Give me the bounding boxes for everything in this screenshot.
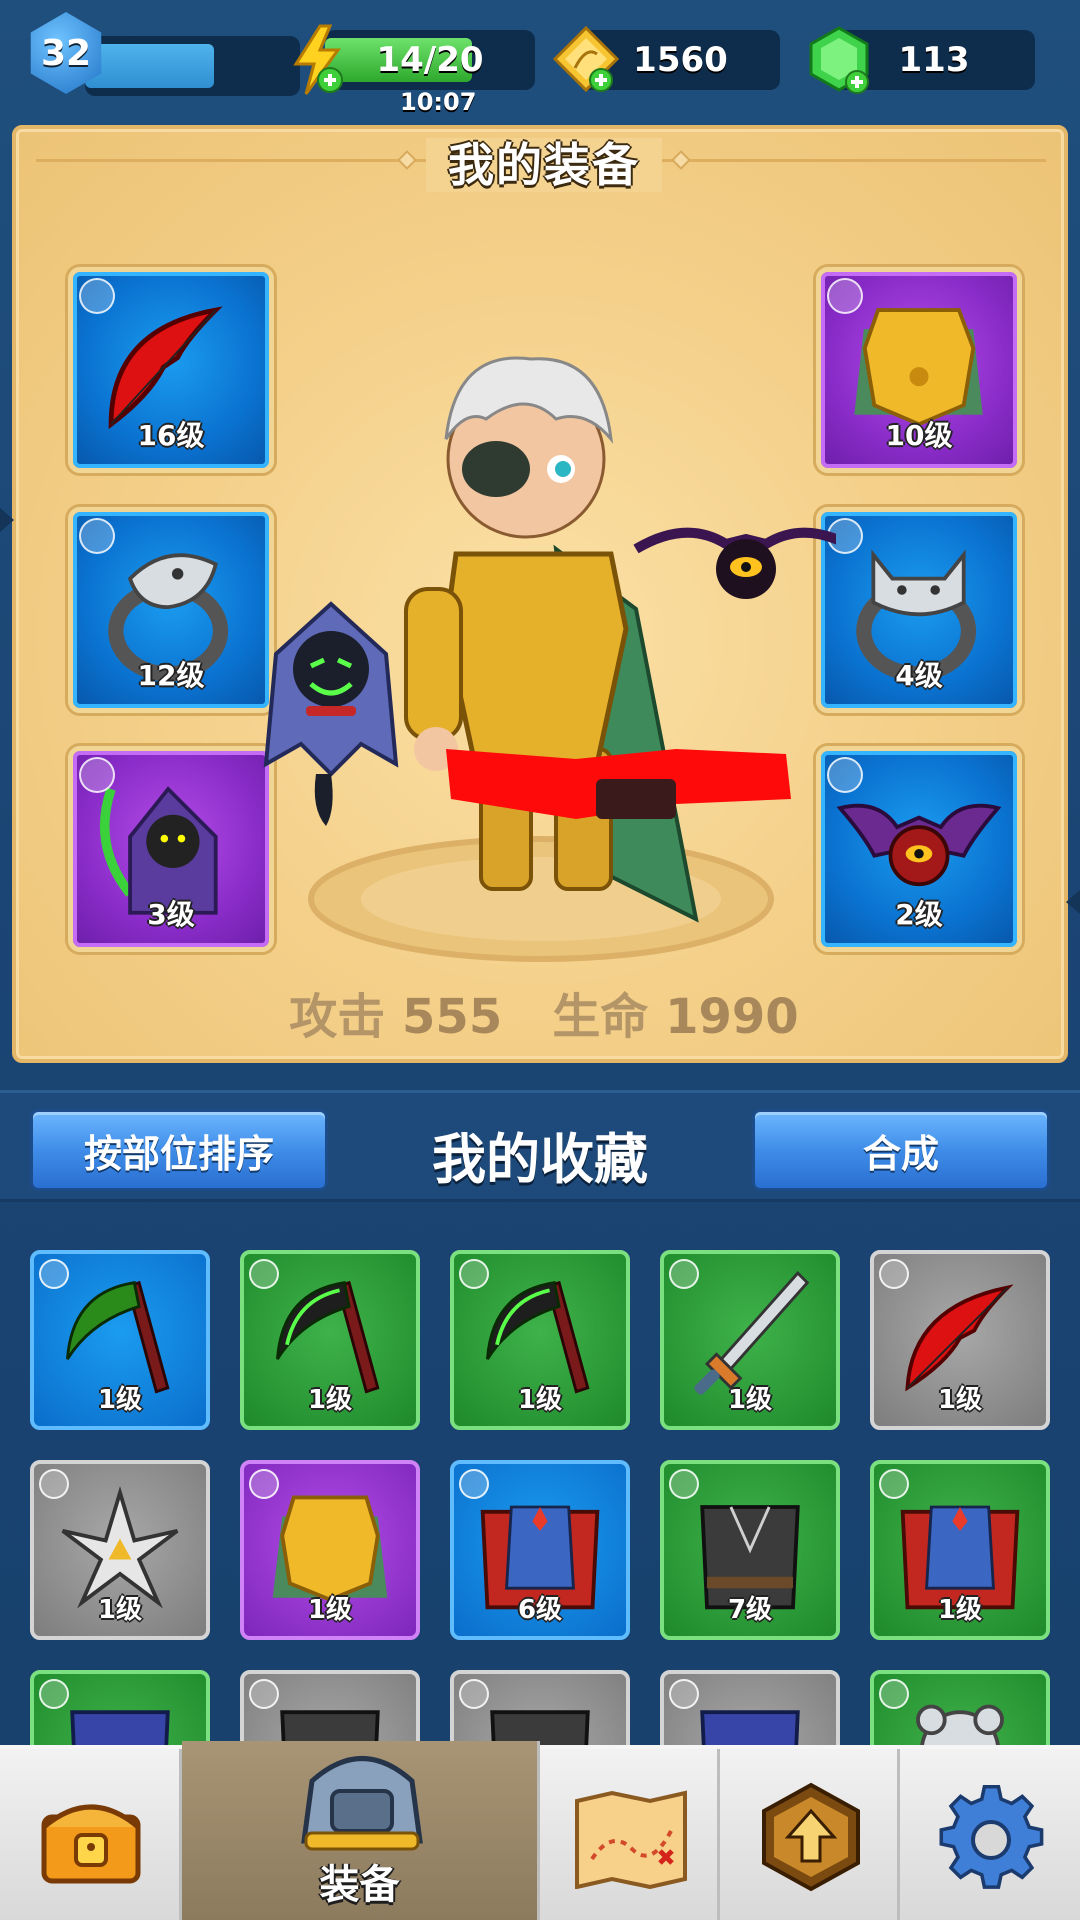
weapon-slot[interactable]: 16级 <box>68 267 274 473</box>
collection-item[interactable]: 1级 <box>30 1460 210 1640</box>
coin-plus-icon[interactable] <box>551 24 621 94</box>
bottom-navigation: 装备 <box>0 1741 1080 1920</box>
right-notch <box>1066 890 1080 914</box>
panel-title: 我的装备 <box>16 129 1072 195</box>
map-icon <box>575 1790 687 1889</box>
item-level: 1级 <box>307 1595 353 1625</box>
player-level[interactable]: 32 <box>25 12 300 102</box>
ring-type-icon <box>79 518 115 554</box>
weapon-type-icon <box>249 1259 279 1289</box>
nav-settings[interactable] <box>900 1749 1080 1920</box>
collection-item[interactable]: 1级 <box>870 1250 1050 1430</box>
lightning-plus-icon[interactable] <box>290 24 346 96</box>
slot-level: 2级 <box>895 898 943 931</box>
helmet-armor-icon <box>301 1756 423 1851</box>
paw-icon <box>79 757 115 793</box>
reaper-companion <box>263 601 399 826</box>
armor-type-icon <box>39 1679 69 1709</box>
collection-item[interactable] <box>870 1670 1050 1748</box>
armor-type-icon <box>879 1469 909 1499</box>
collection-item[interactable]: 1级 <box>240 1250 420 1430</box>
slot-level: 10级 <box>885 419 953 452</box>
energy-counter[interactable]: 14/20 <box>293 24 535 95</box>
panel-title-text: 我的装备 <box>426 138 662 192</box>
item-level: 1级 <box>937 1595 983 1625</box>
weapon-type-icon <box>39 1259 69 1289</box>
nav-shop[interactable] <box>0 1749 182 1920</box>
hero-stats: 攻击 555 生命 1990 <box>16 977 1072 1047</box>
nav-map[interactable] <box>540 1749 720 1920</box>
collection-item[interactable]: 1级 <box>870 1460 1050 1640</box>
gear-icon <box>939 1785 1044 1889</box>
pet-slot[interactable]: 3级 <box>68 746 274 952</box>
collection-item[interactable]: 1级 <box>660 1250 840 1430</box>
gem-counter[interactable]: 113 <box>805 26 1035 94</box>
weapon-type-icon <box>669 1259 699 1289</box>
collection-item[interactable]: 1级 <box>30 1250 210 1430</box>
armor-type-icon <box>459 1469 489 1499</box>
pet-slot-2[interactable]: 2级 <box>816 746 1022 952</box>
xp-bar <box>85 36 300 96</box>
xp-bar-fill <box>85 44 214 88</box>
weapon-type-icon <box>879 1259 909 1289</box>
item-level: 1级 <box>307 1385 353 1415</box>
energy-timer: 10:07 <box>400 88 477 116</box>
gem-plus-icon[interactable] <box>803 24 875 96</box>
item-level: 1级 <box>97 1385 143 1415</box>
slot-level: 16级 <box>137 419 205 452</box>
hp-value: 1990 <box>665 989 799 1045</box>
merge-button[interactable]: 合成 <box>752 1109 1050 1191</box>
collection-item[interactable]: 1级 <box>240 1460 420 1640</box>
armor-type-icon <box>669 1679 699 1709</box>
ring-type-icon <box>879 1679 909 1709</box>
ring-slot-2[interactable]: 4级 <box>816 507 1022 713</box>
collection-item[interactable] <box>240 1670 420 1748</box>
armor-type-icon <box>249 1469 279 1499</box>
armor-slot[interactable]: 10级 <box>816 267 1022 473</box>
weapon-type-icon <box>79 278 115 314</box>
nav-equipment-label: 装备 <box>319 1862 400 1908</box>
hp-label: 生命 <box>552 989 649 1045</box>
collection-item[interactable]: 7级 <box>660 1460 840 1640</box>
weapon-type-icon <box>39 1469 69 1499</box>
collection-grid: 1级 1级 1级 1级 1级 1级 1级 6级 7级 1级 <box>0 1228 1080 1748</box>
collection-item[interactable]: 1级 <box>450 1250 630 1430</box>
upgrade-arrow-icon <box>762 1782 860 1892</box>
armor-type-icon <box>249 1679 279 1709</box>
collection-item[interactable] <box>30 1670 210 1748</box>
nav-equipment[interactable]: 装备 <box>182 1741 540 1920</box>
collection-item[interactable] <box>450 1670 630 1748</box>
nav-upgrade[interactable] <box>720 1749 900 1920</box>
item-level: 1级 <box>517 1385 563 1415</box>
collection-item[interactable] <box>660 1670 840 1748</box>
attack-label: 攻击 <box>289 989 386 1045</box>
coin-counter[interactable]: 1560 <box>552 25 780 93</box>
item-level: 7级 <box>727 1595 773 1625</box>
ring-slot[interactable]: 12级 <box>68 507 274 713</box>
top-resource-bar: 32 14/20 10:07 1560 113 <box>0 0 1080 116</box>
left-notch <box>0 508 14 532</box>
slot-level: 4级 <box>895 659 943 692</box>
item-level: 6级 <box>517 1595 563 1625</box>
collection-item[interactable]: 6级 <box>450 1460 630 1640</box>
treasure-chest-icon <box>41 1804 141 1884</box>
attack-value: 555 <box>402 989 503 1045</box>
armor-type-icon <box>669 1469 699 1499</box>
item-level: 1级 <box>727 1385 773 1415</box>
energy-value: 14/20 <box>376 40 484 80</box>
slot-level: 12级 <box>137 659 205 692</box>
slot-level: 3级 <box>147 898 195 931</box>
equipment-panel: 我的装备 16级 12级 3级 10级 4级 2级 攻击 555 生命 1990 <box>12 125 1068 1063</box>
collection-header: 按部位排序 我的收藏 合成 <box>0 1090 1080 1202</box>
item-level: 1级 <box>937 1385 983 1415</box>
weapon-type-icon <box>459 1259 489 1289</box>
armor-type-icon <box>459 1679 489 1709</box>
item-level: 1级 <box>97 1595 143 1625</box>
